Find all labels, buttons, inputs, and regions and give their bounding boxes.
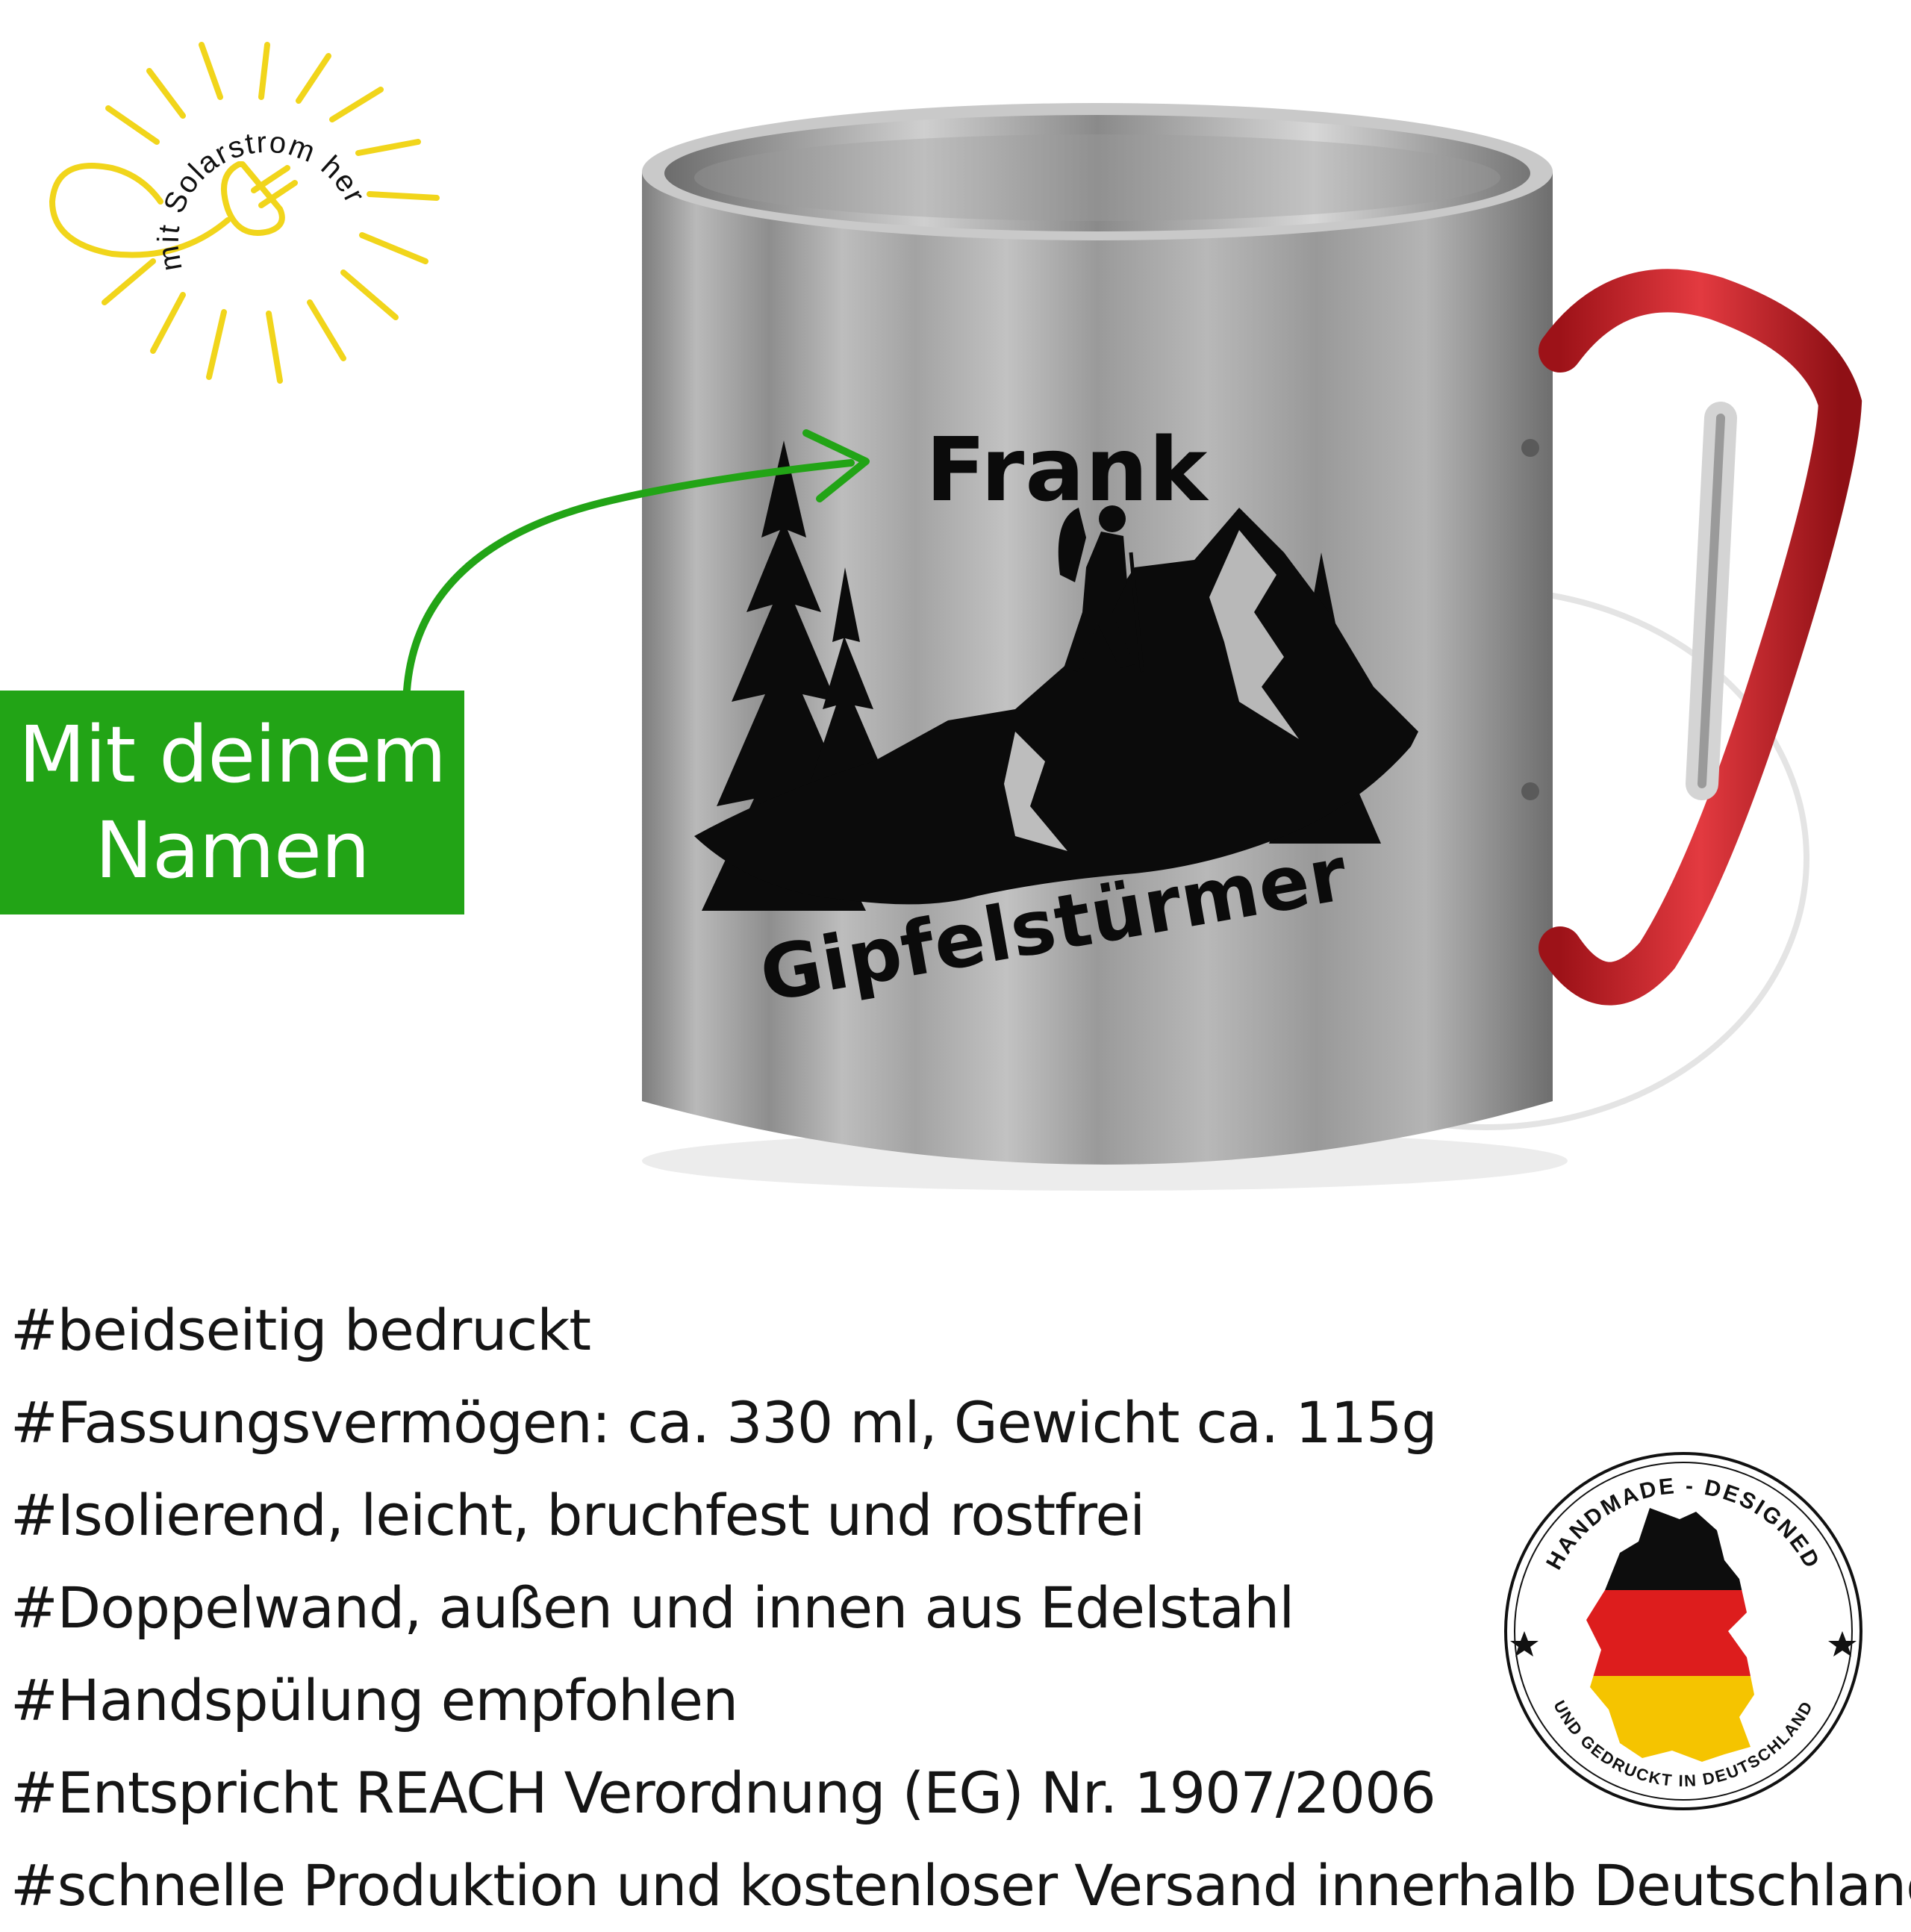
solar-badge: mit Solarstrom hergestellt	[30, 15, 440, 384]
callout-line-2: Namen	[95, 805, 370, 896]
feature-item: #beidseitig bedruckt	[10, 1297, 591, 1363]
red-carabiner-icon	[1521, 269, 1862, 1006]
solar-badge-text: mit Solarstrom hergestellt	[30, 15, 370, 273]
svg-text:mit Solarstrom hergestellt: mit Solarstrom hergestellt	[30, 15, 372, 273]
arrow-icon	[403, 429, 870, 694]
handmade-seal: HANDMADE - DESIGNED UND GEDRUCKT IN DEUT…	[1504, 1452, 1862, 1810]
feature-item: #schnelle Produktion und kostenloser Ver…	[10, 1852, 1911, 1919]
name-callout: Mit deinem Namen	[0, 691, 464, 914]
sun-rays-icon	[102, 42, 440, 384]
callout-line-1: Mit deinem	[18, 709, 447, 800]
mug-name-text: Frank	[926, 418, 1209, 521]
